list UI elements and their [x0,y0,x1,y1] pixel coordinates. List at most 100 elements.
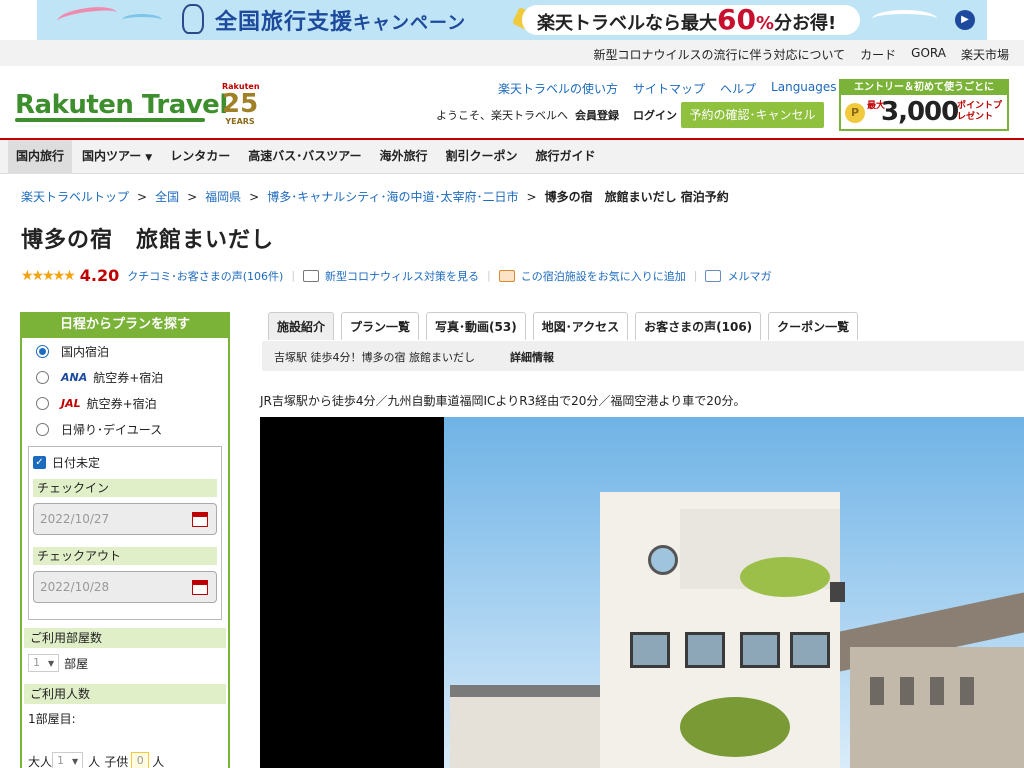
anniversary-word: YEARS [225,117,255,126]
tab-reviews[interactable]: お客さまの声(106) [635,312,762,340]
nav-rental-car[interactable]: レンタカー [162,140,238,173]
breadcrumb: 楽天トラベルトップ > 全国 > 福岡県 > 博多･キャナルシティ･海の中道･太宰府･二日市… [21,188,729,205]
newsletter-link[interactable]: メルマガ [727,268,771,284]
play-icon[interactable]: ▶ [955,10,975,30]
guests-row: 大人 1 ▼ 人 子供 0 人 [22,748,228,768]
ribbon-decoration [122,14,162,26]
gora-link[interactable]: GORA [911,46,946,63]
breadcrumb-all[interactable]: 全国 [155,190,179,204]
tab-label: 写真･動画 [435,320,490,334]
review-score: 4.20 [79,266,120,285]
checkin-input[interactable]: 2022/10/27 [33,503,217,535]
breadcrumb-separator: > [187,190,198,204]
option-label: 国内宿泊 [61,344,110,359]
reviews-link[interactable]: クチコミ･お客さまの声(106件) [127,268,283,284]
covid-icon [303,269,320,282]
how-to-use-link[interactable]: 楽天トラベルの使い方 [498,80,618,97]
child-input[interactable]: 0 [131,752,150,768]
photo-window [740,632,780,668]
hotel-photo[interactable] [260,417,1024,768]
adult-value: 1 [57,754,65,767]
rooms-row: 1 ▼ 部屋 [22,650,228,676]
breadcrumb-top[interactable]: 楽天トラベルトップ [21,190,129,204]
nav-coupons[interactable]: 割引クーポン [438,140,526,173]
tab-coupons[interactable]: クーポン一覧 [768,312,859,340]
tab-plans[interactable]: プラン一覧 [341,312,420,340]
option-domestic-stay[interactable]: 国内宿泊 [22,338,228,364]
plan-search-sidebar: 日程からプランを探す 国内宿泊 ANA 航空券+宿泊 JAL 航空券+宿泊 日帰り･… [20,312,230,768]
photo-window [900,677,914,705]
help-link[interactable]: ヘルプ [720,80,756,97]
rating-row: ★★★★★ 4.20 クチコミ･お客さまの声(106件) | 新型コロナウィルス… [21,266,771,285]
reservation-check-button[interactable]: 予約の確認･キャンセル [681,102,824,128]
subtab-details[interactable]: 詳細情報 [510,349,554,365]
ichiba-link[interactable]: 楽天市場 [961,46,1009,63]
card-link[interactable]: カード [860,46,896,63]
nav-domestic-tour-label: 国内ツアー [82,149,142,163]
option-day-use[interactable]: 日帰り･デイユース [22,416,228,442]
nav-overseas[interactable]: 海外旅行 [372,140,436,173]
check-icon[interactable]: ✓ [33,455,46,469]
radio-button[interactable] [36,422,49,436]
photo-garden-tree [680,697,790,757]
adult-select[interactable]: 1 ▼ [52,752,84,768]
photo-window [930,677,944,705]
photo-neighbor-building [850,647,1024,768]
radio-button[interactable] [36,344,49,358]
add-favorite-link[interactable]: この宿泊施設をお気に入りに追加 [521,268,686,284]
option-jal-package[interactable]: JAL 航空券+宿泊 [22,390,228,416]
register-link[interactable]: 会員登録 [575,107,619,123]
nav-domestic-tour[interactable]: 国内ツアー ▼ [74,140,160,173]
tab-count: (53) [489,320,517,334]
rooms-label: ご利用部屋数 [24,628,226,648]
photo-window [790,632,830,668]
adult-label: 大人 [28,754,53,768]
promo-amount: 3,000 [881,97,959,127]
chevron-down-icon: ▼ [72,757,79,766]
child-unit: 人 [152,754,165,768]
rakuten-travel-logo[interactable]: Rakuten Travel [15,90,228,120]
option-ana-package[interactable]: ANA 航空券+宿泊 [22,364,228,390]
point-coin-icon: P [845,103,865,123]
nav-travel-guide[interactable]: 旅行ガイド [528,140,604,173]
campaign-banner[interactable]: 全国旅行支援キャンペーン 楽天トラベルなら最大60%分お得! ▶ [37,0,987,40]
covid-notice-link[interactable]: 新型コロナウイルスの流行に伴う対応について [594,46,846,63]
photo-round-window [648,545,678,575]
undecided-date-checkbox[interactable]: ✓ 日付未定 [33,451,217,473]
mail-icon [705,269,722,282]
star-rating-icon: ★★★★★ [21,267,76,284]
chevron-down-icon: ▼ [145,153,153,163]
subtab-catchcopy[interactable]: 吉塚駅 徒歩4分！博多の宿 旅館まいだし [274,349,475,365]
promo-heading: エントリー＆初めて使うごとに [841,81,1007,95]
option-label: 航空券+宿泊 [93,370,164,385]
chevron-down-icon: ▼ [48,659,55,668]
tab-photos[interactable]: 写真･動画(53) [426,312,526,340]
divider: | [487,269,491,282]
tab-count: (106) [716,320,753,334]
logo-underline [15,118,205,122]
radio-button[interactable] [36,396,49,410]
radio-button[interactable] [36,370,49,384]
sub-tabs: 吉塚駅 徒歩4分！博多の宿 旅館まいだし 詳細情報 [262,341,1024,371]
tab-map[interactable]: 地図･アクセス [532,312,629,340]
points-promo-banner[interactable]: エントリー＆初めて使うごとに P 最大 3,000 ポイントプレゼント [839,79,1009,131]
covid-measures-link[interactable]: 新型コロナウィルス対策を見る [325,268,479,284]
checkout-input[interactable]: 2022/10/28 [33,571,217,603]
guests-label: ご利用人数 [24,684,226,704]
ribbon-decoration [56,3,118,31]
main-nav: 国内旅行 国内ツアー ▼ レンタカー 高速バス･バスツアー 海外旅行 割引クーポン… [0,140,1024,174]
breadcrumb-prefecture[interactable]: 福岡県 [205,190,241,204]
calendar-icon[interactable] [192,580,208,595]
campaign-banner-area: 全国旅行支援キャンペーン 楽天トラベルなら最大60%分お得! ▶ [0,0,1024,40]
anniversary-number: 25 [222,89,259,119]
breadcrumb-separator: > [526,190,537,204]
tab-overview[interactable]: 施設紹介 [268,312,335,340]
breadcrumb-separator: > [137,190,148,204]
breadcrumb-area[interactable]: 博多･キャナルシティ･海の中道･太宰府･二日市 [267,190,518,204]
sitemap-link[interactable]: サイトマップ [633,80,705,97]
login-link[interactable]: ログイン [633,107,677,123]
rooms-select[interactable]: 1 ▼ [28,654,60,672]
nav-domestic-travel[interactable]: 国内旅行 [8,140,73,173]
nav-highway-bus[interactable]: 高速バス･バスツアー [240,140,369,173]
calendar-icon[interactable] [192,512,208,527]
